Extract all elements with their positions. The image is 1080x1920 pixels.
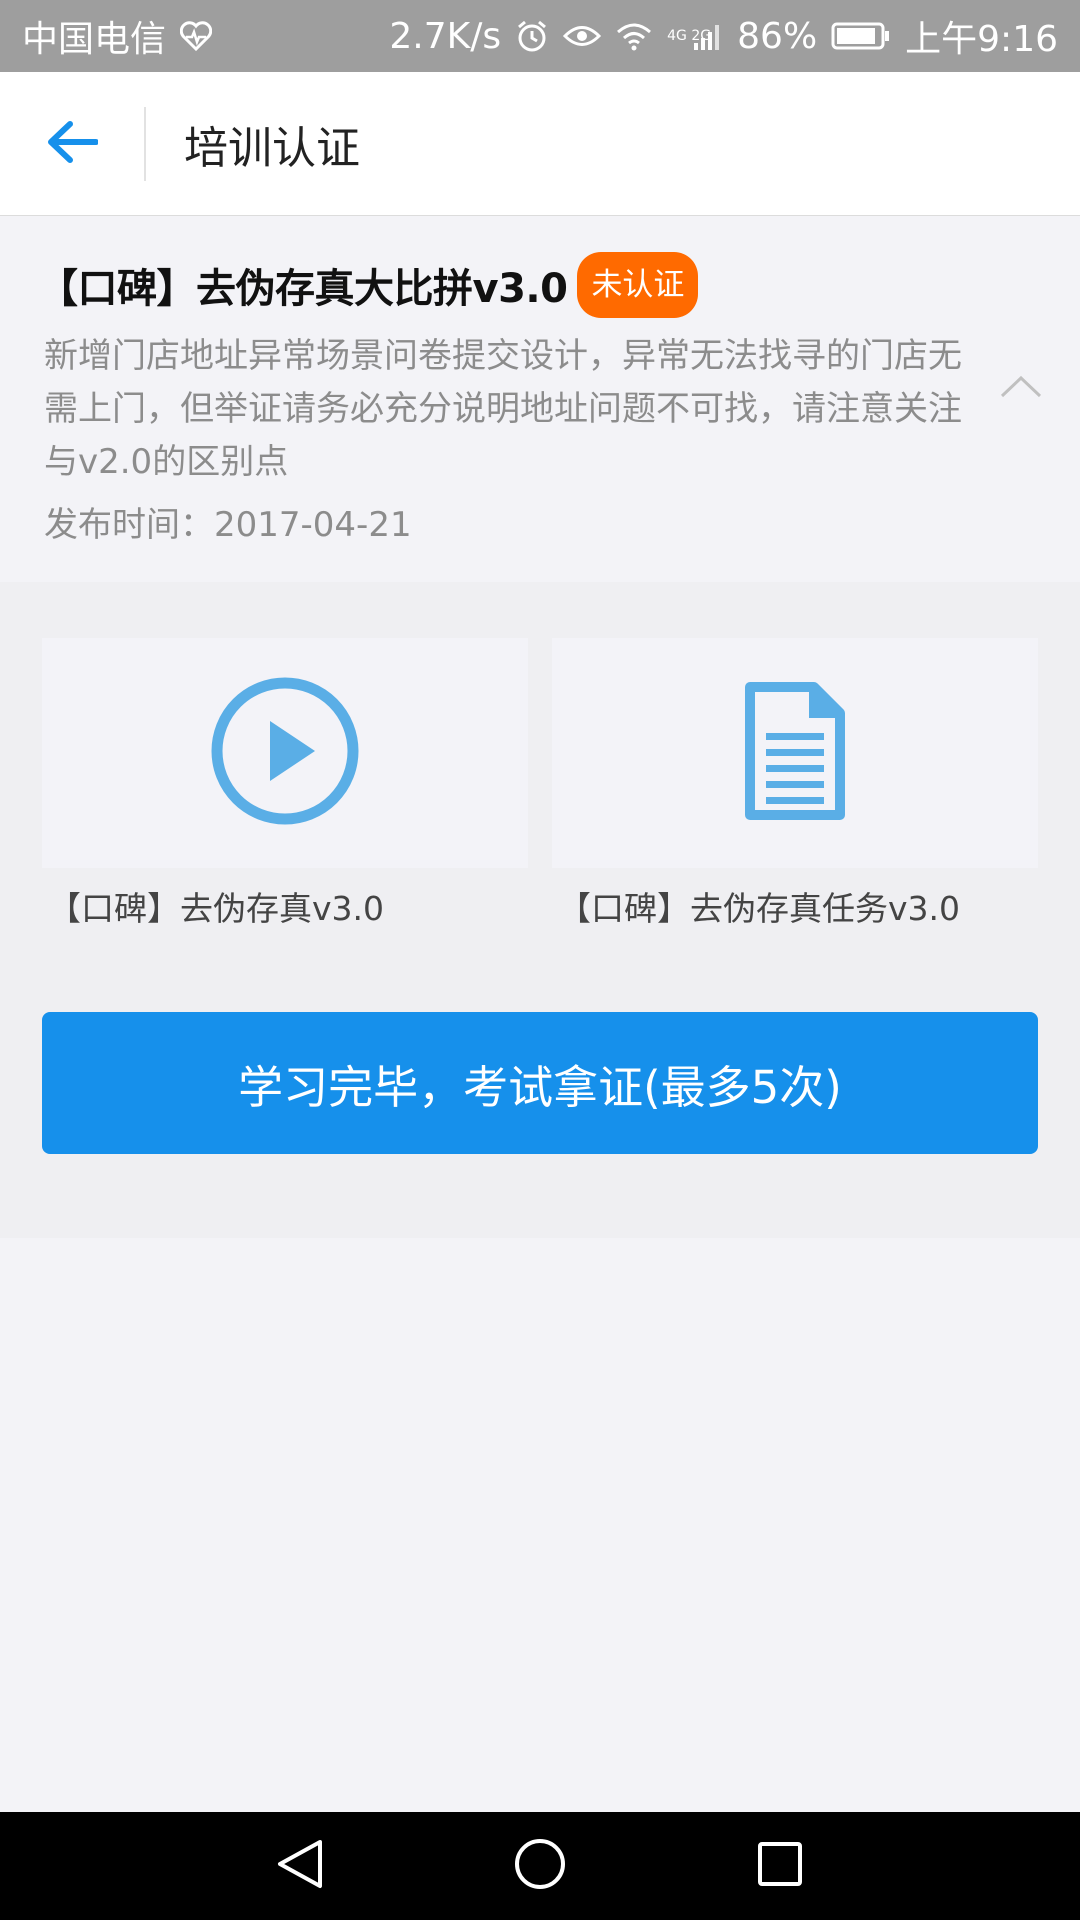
materials-section: 【口碑】去伪存真v3.0 【口碑】去伪存真任务v3.0 学习完毕，考试拿证(最多… <box>0 582 1080 1238</box>
wifi-icon <box>615 21 653 51</box>
network-speed: 2.7K/s <box>389 15 502 57</box>
document-icon <box>740 681 850 825</box>
play-circle-icon <box>210 676 360 830</box>
navigation-bar <box>0 1812 1080 1920</box>
heart-icon <box>180 21 213 51</box>
clock: 上午9:16 <box>905 19 1058 60</box>
material-thumbnail[interactable] <box>42 638 528 868</box>
nav-back-button[interactable] <box>180 1812 420 1920</box>
course-title-row: 【口碑】去伪存真大比拼v3.0 未认证 <box>38 252 1036 318</box>
course-title: 【口碑】去伪存真大比拼v3.0 <box>38 266 568 312</box>
network-type: 4G 2G <box>667 28 712 44</box>
battery-percent: 86% <box>737 15 818 57</box>
material-label: 【口碑】去伪存真任务v3.0 <box>558 889 961 928</box>
chevron-up-icon[interactable] <box>998 372 1044 402</box>
status-bar-right: 2.7K/s 4G 2G 86% 上午9:16 <box>389 10 1058 62</box>
nav-recents-icon <box>755 1839 805 1893</box>
status-bar-left: 中国电信 <box>22 10 213 62</box>
status-badge: 未认证 <box>577 252 699 318</box>
status-bar: 中国电信 2.7K/s 4G 2G 86% 上午9:16 <box>0 0 1080 72</box>
back-button[interactable] <box>0 72 144 216</box>
page-title: 培训认证 <box>184 122 360 174</box>
publish-time: 发布时间：2017-04-21 <box>44 505 412 545</box>
app-bar-divider <box>144 106 146 181</box>
material-card-document[interactable]: 【口碑】去伪存真任务v3.0 <box>552 638 1038 930</box>
nav-back-icon <box>274 1836 326 1896</box>
nav-home-button[interactable] <box>420 1812 660 1920</box>
app-bar: 培训认证 <box>0 72 1080 216</box>
carrier-label: 中国电信 <box>22 19 167 60</box>
course-description: 新增门店地址异常场景问卷提交设计，异常无法找寻的门店无需上门，但举证请务必充分说… <box>44 336 962 482</box>
nav-recents-button[interactable] <box>660 1812 900 1920</box>
material-card-video[interactable]: 【口碑】去伪存真v3.0 <box>42 638 528 930</box>
course-info: 【口碑】去伪存真大比拼v3.0 未认证 新增门店地址异常场景问卷提交设计，异常无… <box>0 216 1080 582</box>
battery-icon <box>831 21 891 51</box>
signal-icon: 4G 2G <box>667 21 723 51</box>
nav-home-icon <box>512 1836 568 1896</box>
exam-button[interactable]: 学习完毕，考试拿证(最多5次) <box>42 1012 1038 1154</box>
material-label: 【口碑】去伪存真v3.0 <box>48 889 385 928</box>
arrow-left-icon <box>46 120 99 168</box>
alarm-icon <box>515 19 549 53</box>
eye-icon <box>563 21 602 51</box>
material-thumbnail[interactable] <box>552 638 1038 868</box>
